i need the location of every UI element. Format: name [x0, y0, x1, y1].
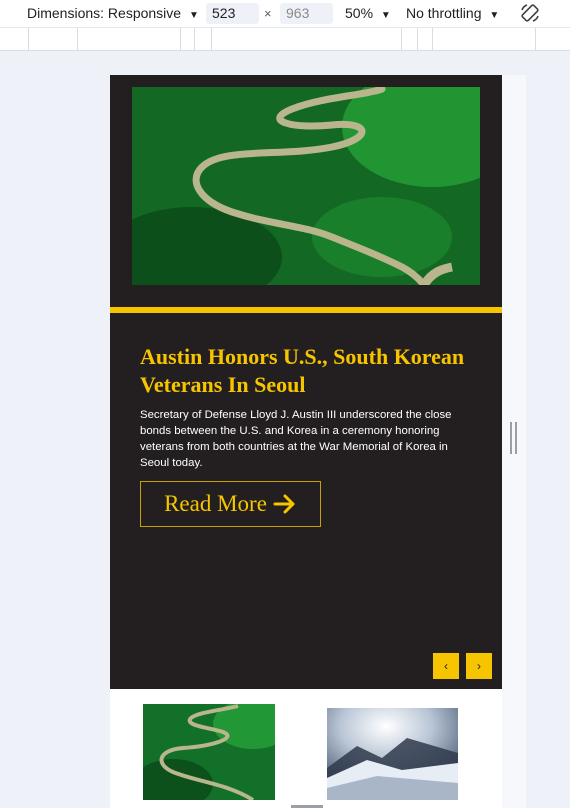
chevron-down-icon: ▼ [380, 10, 391, 21]
ruler-marker[interactable] [432, 28, 433, 50]
width-input[interactable]: 523 [206, 3, 259, 24]
throttling-label: No throttling [406, 5, 482, 21]
ruler-marker[interactable] [417, 28, 418, 50]
grip-line [515, 422, 517, 454]
thumbnail-river[interactable] [143, 704, 275, 800]
hero-image [132, 87, 480, 285]
hero-summary: Secretary of Defense Lloyd J. Austin III… [140, 409, 452, 469]
zoom-label: 50% [345, 5, 374, 21]
zoom-dropdown[interactable]: 50% ▼ [345, 5, 391, 21]
device-viewport: Austin Honors U.S., South Korean Veteran… [110, 75, 502, 808]
read-more-label: Read More [164, 491, 267, 516]
ruler-marker[interactable] [77, 28, 78, 50]
carousel-next-button[interactable]: › [466, 653, 492, 679]
throttling-dropdown[interactable]: No throttling ▼ [406, 5, 499, 21]
carousel-prev-button[interactable]: ‹ [433, 653, 459, 679]
hero-headline[interactable]: Austin Honors U.S., South Korean Veteran… [140, 343, 470, 399]
read-more-button[interactable]: Read More [140, 481, 321, 527]
chevron-down-icon: ▼ [188, 10, 199, 21]
ruler-marker[interactable] [401, 28, 402, 50]
arrow-right-icon [273, 494, 295, 514]
hero-carousel: Austin Honors U.S., South Korean Veteran… [110, 75, 502, 689]
grip-line [510, 422, 512, 454]
rotate-icon[interactable] [519, 2, 541, 24]
height-input[interactable]: 963 [280, 3, 333, 24]
chevron-left-icon: ‹ [444, 659, 448, 673]
ruler-marker[interactable] [211, 28, 212, 50]
devtools-device-toolbar: Dimensions: Responsive ▼ 523 × 963 50% ▼… [0, 0, 570, 27]
ruler-marker[interactable] [535, 28, 536, 50]
ruler-marker[interactable] [28, 28, 29, 50]
ruler-marker[interactable] [194, 28, 195, 50]
dimensions-label: Dimensions: Responsive [27, 5, 182, 21]
ruler-marker[interactable] [180, 28, 181, 50]
chevron-down-icon: ▼ [489, 10, 500, 21]
dimension-separator: × [264, 6, 272, 21]
media-query-bar [0, 27, 570, 51]
resize-handle-right[interactable] [510, 422, 518, 454]
accent-divider [110, 307, 502, 313]
chevron-right-icon: › [477, 659, 481, 673]
dimensions-dropdown[interactable]: Dimensions: Responsive ▼ [27, 5, 199, 21]
thumbnail-mountain[interactable] [327, 708, 458, 800]
